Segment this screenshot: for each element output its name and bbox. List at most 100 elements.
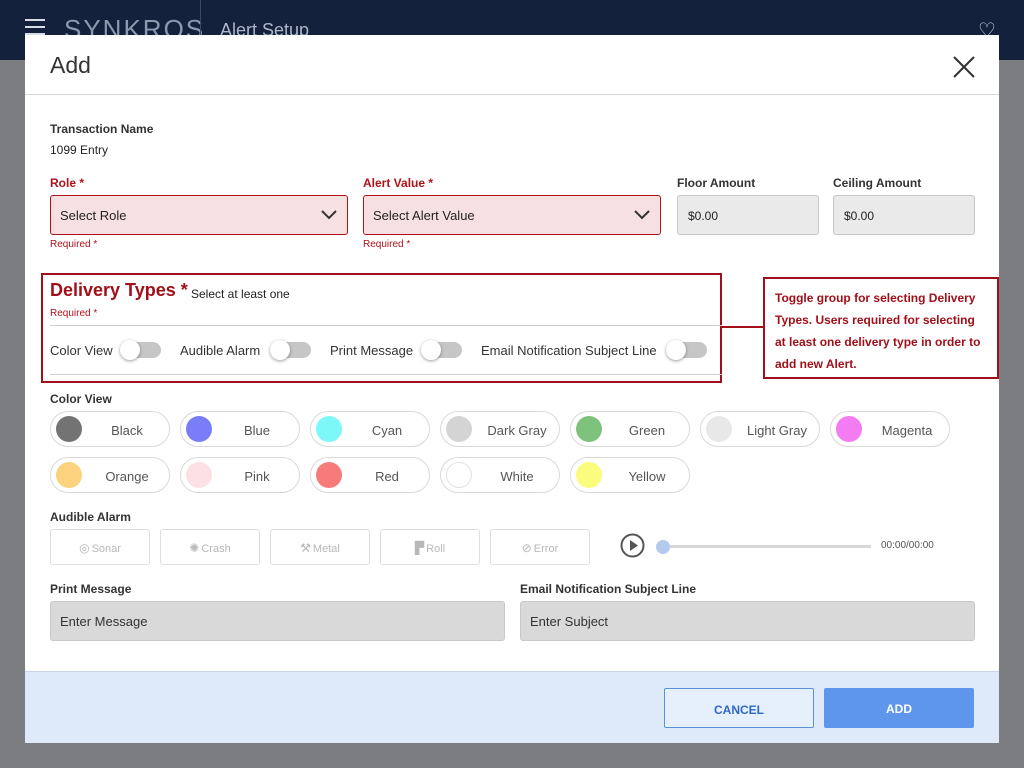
delivery-types-subtitle: Select at least one [191, 287, 290, 301]
color-chip-green[interactable]: Green [570, 411, 690, 447]
color-name: Green [628, 423, 666, 438]
toggle-label-email-subject: Email Notification Subject Line [481, 343, 657, 358]
add-button[interactable]: ADD [824, 688, 974, 728]
color-name: Blue [243, 423, 271, 438]
toggle-knob [120, 340, 140, 360]
color-swatch [316, 416, 342, 442]
modal-footer: CANCEL ADD [25, 671, 999, 743]
modal-header: Add [25, 35, 999, 95]
crash-icon: ✺ [189, 541, 200, 555]
color-swatch [186, 462, 212, 488]
color-name: Orange [105, 469, 149, 484]
sound-button-error[interactable]: ⊘ Error [490, 529, 590, 565]
print-message-input[interactable]: Enter Message [50, 601, 505, 641]
sound-button-sonar[interactable]: ◎ Sonar [50, 529, 150, 565]
toggle-knob [421, 340, 441, 360]
color-swatch [186, 416, 212, 442]
color-swatch [446, 462, 472, 488]
paint-roller-icon: ▛ [414, 541, 425, 555]
error-icon: ⊘ [521, 541, 532, 555]
color-swatch [576, 462, 602, 488]
color-chip-red[interactable]: Red [310, 457, 430, 493]
color-swatch [706, 416, 732, 442]
chevron-down-icon [320, 209, 338, 224]
color-name: Yellow [628, 469, 666, 484]
modal-title: Add [50, 52, 91, 78]
color-name: White [500, 469, 534, 484]
delivery-required-text: Required * [50, 308, 98, 319]
sound-name: Sonar [91, 543, 121, 555]
color-name: Cyan [371, 423, 403, 438]
divider [50, 325, 722, 326]
toggle-print-message[interactable] [421, 340, 462, 360]
color-name: Red [375, 469, 399, 484]
color-chip-pink[interactable]: Pink [180, 457, 300, 493]
sound-button-crash[interactable]: ✺ Crash [160, 529, 260, 565]
color-swatch [576, 416, 602, 442]
alert-value-label: Alert Value * [363, 176, 434, 190]
role-label: Role * [50, 176, 85, 190]
chevron-down-icon [633, 209, 651, 224]
toggle-knob [666, 340, 686, 360]
menu-icon[interactable] [25, 19, 45, 35]
sound-name: Crash [201, 543, 231, 555]
sound-name: Metal [312, 543, 340, 555]
sound-name: Roll [426, 543, 446, 555]
color-chip-yellow[interactable]: Yellow [570, 457, 690, 493]
audio-progress-thumb[interactable] [656, 540, 670, 554]
audio-time: 00:00/00:00 [881, 540, 934, 551]
color-chip-black[interactable]: Black [50, 411, 170, 447]
color-chip-white[interactable]: White [440, 457, 560, 493]
close-icon[interactable] [951, 54, 977, 80]
color-chip-orange[interactable]: Orange [50, 457, 170, 493]
callout-connector [722, 326, 764, 328]
audio-progress-track[interactable] [661, 545, 871, 548]
color-swatch [446, 416, 472, 442]
divider [50, 374, 722, 375]
alert-value-select[interactable]: Select Alert Value [363, 195, 661, 235]
color-view-label: Color View [50, 392, 112, 406]
email-subject-input[interactable]: Enter Subject [520, 601, 975, 641]
role-select[interactable]: Select Role [50, 195, 348, 235]
color-swatch [316, 462, 342, 488]
color-name: Magenta [881, 423, 933, 438]
color-chip-cyan[interactable]: Cyan [310, 411, 430, 447]
color-swatch [56, 462, 82, 488]
ceiling-amount-input[interactable]: $0.00 [833, 195, 975, 235]
toggle-color-view[interactable] [120, 340, 161, 360]
delivery-types-title: Delivery Types * [50, 280, 188, 300]
color-name: Light Gray [747, 423, 807, 438]
play-icon[interactable] [620, 533, 645, 558]
floor-amount-label: Floor Amount [677, 176, 756, 190]
toggle-knob [270, 340, 290, 360]
color-chip-magenta[interactable]: Magenta [830, 411, 950, 447]
transaction-name-value: 1099 Entry [50, 143, 109, 157]
toggle-email-subject[interactable] [666, 340, 707, 360]
transaction-name-label: Transaction Name [50, 122, 154, 136]
color-chip-blue[interactable]: Blue [180, 411, 300, 447]
color-swatch [56, 416, 82, 442]
color-chip-dark-gray[interactable]: Dark Gray [440, 411, 560, 447]
alert-value-placeholder: Select Alert Value [373, 208, 475, 223]
color-name: Dark Gray [487, 423, 547, 438]
color-name: Black [111, 423, 143, 438]
sound-button-metal[interactable]: ⚒ Metal [270, 529, 370, 565]
wrench-icon: ⚒ [300, 541, 311, 555]
color-chip-light-gray[interactable]: Light Gray [700, 411, 820, 447]
add-alert-modal: Add Transaction Name 1099 Entry Role * S… [25, 35, 999, 743]
color-swatch [836, 416, 862, 442]
print-message-label: Print Message [50, 582, 132, 596]
ceiling-amount-label: Ceiling Amount [833, 176, 922, 190]
toggle-audible-alarm[interactable] [270, 340, 311, 360]
audible-alarm-label: Audible Alarm [50, 510, 131, 524]
cancel-button[interactable]: CANCEL [664, 688, 814, 728]
annotation-callout: Toggle group for selecting Delivery Type… [763, 277, 999, 379]
sound-button-roll[interactable]: ▛ Roll [380, 529, 480, 565]
color-name: Pink [244, 469, 270, 484]
role-select-placeholder: Select Role [60, 208, 127, 223]
floor-amount-input[interactable]: $0.00 [677, 195, 819, 235]
sound-name: Error [533, 543, 559, 555]
toggle-label-color-view: Color View [50, 343, 113, 358]
email-subject-label: Email Notification Subject Line [520, 582, 697, 596]
sonar-icon: ◎ [79, 541, 90, 555]
